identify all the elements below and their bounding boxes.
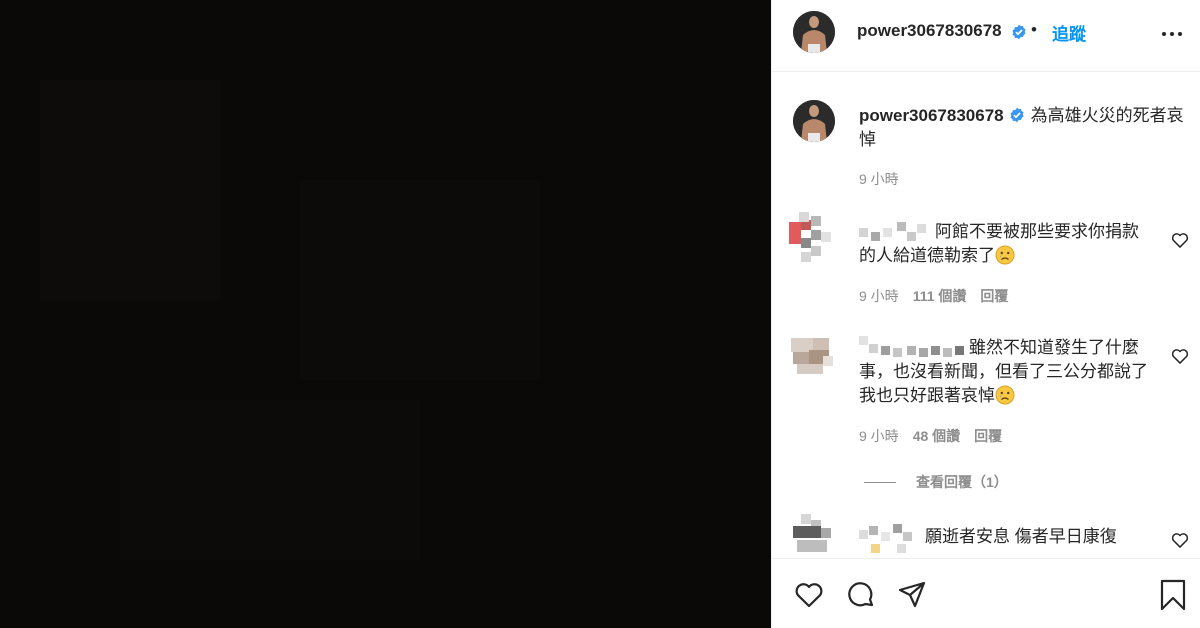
heart-icon[interactable] bbox=[793, 579, 825, 611]
media-shadow bbox=[120, 400, 420, 560]
commenter-avatar[interactable] bbox=[789, 334, 839, 388]
commenter-avatar[interactable] bbox=[789, 212, 839, 266]
commenter-username-blurred[interactable] bbox=[859, 336, 967, 358]
caption-timestamp[interactable]: 9 小時 bbox=[859, 169, 899, 189]
author-avatar[interactable] bbox=[793, 11, 835, 53]
commenter-username-blurred[interactable] bbox=[859, 220, 933, 242]
view-replies-button[interactable]: 查看回覆（1） bbox=[864, 472, 1008, 492]
commenter-username-blurred[interactable] bbox=[859, 522, 923, 556]
comment-text: 願逝者安息 傷者早日康復 bbox=[925, 527, 1117, 546]
comment-like-heart-icon[interactable] bbox=[1170, 230, 1190, 250]
view-replies-label: 查看回覆（1） bbox=[916, 474, 1008, 490]
verified-badge-icon bbox=[1010, 107, 1024, 123]
comment-text-block: 阿館不要被那些要求你捐款的人給道德勒索了 bbox=[859, 220, 1155, 268]
avatar-image bbox=[793, 11, 835, 53]
comment-icon[interactable] bbox=[845, 579, 877, 611]
comment-meta: 9 小時 111 個讚 回覆 bbox=[859, 286, 1022, 306]
comment-likes-count[interactable]: 111 個讚 bbox=[913, 288, 967, 304]
comment-likes-count[interactable]: 48 個讚 bbox=[913, 428, 960, 444]
comment-reply-button[interactable]: 回覆 bbox=[974, 428, 1002, 444]
header-separator: • bbox=[1031, 20, 1037, 39]
caption-username[interactable]: power3067830678 bbox=[859, 106, 1004, 125]
comment-like-heart-icon[interactable] bbox=[1170, 530, 1190, 550]
post-header: power3067830678 • 追蹤 bbox=[772, 0, 1200, 72]
media-shadow bbox=[300, 180, 540, 380]
crying-face-emoji bbox=[995, 245, 1015, 265]
post-side-panel: power3067830678 • 追蹤 power3067830678 為高雄火… bbox=[771, 0, 1200, 628]
comment-meta: 9 小時 48 個讚 回覆 bbox=[859, 426, 1016, 446]
crying-face-emoji bbox=[995, 385, 1015, 405]
follow-button[interactable]: 追蹤 bbox=[1052, 20, 1086, 45]
more-options-icon[interactable] bbox=[1160, 22, 1184, 46]
comment-reply-button[interactable]: 回覆 bbox=[980, 288, 1008, 304]
view-replies-line bbox=[864, 482, 896, 483]
comment-text-block: 願逝者安息 傷者早日康復 bbox=[859, 522, 1155, 556]
comment-text-block: 雖然不知道發生了什麼事，也沒看新聞，但看了三公分都說了我也只好跟著哀悼 bbox=[859, 336, 1155, 408]
verified-badge-icon bbox=[1012, 24, 1026, 40]
comment-timestamp[interactable]: 9 小時 bbox=[859, 288, 899, 304]
comment-timestamp[interactable]: 9 小時 bbox=[859, 428, 899, 444]
comment-like-heart-icon[interactable] bbox=[1170, 346, 1190, 366]
share-icon[interactable] bbox=[896, 579, 928, 611]
bookmark-icon[interactable] bbox=[1157, 579, 1189, 611]
post-media[interactable] bbox=[0, 0, 771, 628]
author-username[interactable]: power3067830678 bbox=[857, 21, 1002, 41]
avatar-image bbox=[793, 100, 835, 142]
caption-text-block: power3067830678 為高雄火災的死者哀悼 bbox=[859, 104, 1189, 152]
caption-avatar[interactable] bbox=[793, 100, 835, 142]
media-shadow bbox=[40, 80, 220, 300]
post-action-bar bbox=[772, 558, 1200, 628]
